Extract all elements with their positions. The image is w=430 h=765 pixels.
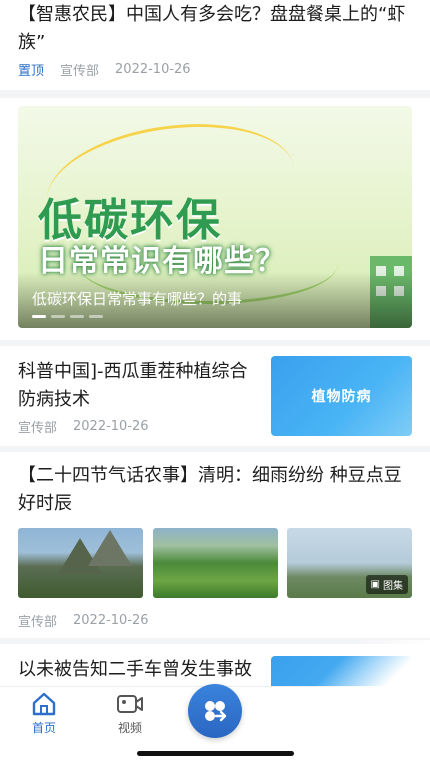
article-date: 2022-10-26 <box>73 419 149 434</box>
article-title[interactable]: 【二十四节气话农事】清明：细雨纷纷 种豆点豆好时辰 <box>18 462 412 518</box>
article-meta: 宣传部 2022-10-26 <box>18 417 149 436</box>
article-title[interactable]: 【智惠农民】中国人有多会吃？盘盘餐桌上的“虾族” <box>18 1 412 57</box>
banner-carousel[interactable]: 低碳环保 日常常识有哪些？ 低碳环保日常常事有哪些？的事 <box>18 106 412 328</box>
home-indicator[interactable] <box>137 751 294 756</box>
gallery-badge: ▣ 图集 <box>365 575 408 594</box>
gallery-image[interactable] <box>18 528 143 598</box>
article-source: 宣传部 <box>18 421 58 436</box>
article-source: 宣传部 <box>18 615 58 630</box>
tab-home[interactable]: 首页 <box>14 689 74 736</box>
pinned-badge: 置顶 <box>18 64 45 79</box>
article-title[interactable]: 科普中国]-西瓜重茬种植综合防病技术 <box>18 358 262 414</box>
decoration <box>230 640 430 765</box>
thumbnail-text: 植物防病 <box>311 389 372 405</box>
article-date: 2022-10-26 <box>73 613 149 628</box>
carousel-dot <box>32 315 46 318</box>
article-meta: 置顶 宣传部 2022-10-26 <box>18 60 191 79</box>
banner-caption[interactable]: 低碳环保日常常事有哪些？的事 <box>32 288 242 309</box>
divider <box>0 90 430 98</box>
carousel-dot <box>89 315 103 318</box>
gallery-image[interactable] <box>153 528 278 598</box>
apps-switch-icon <box>205 701 227 722</box>
tab-video[interactable]: 视频 <box>100 689 160 736</box>
article-card[interactable]: 【智惠农民】中国人有多会吃？盘盘餐桌上的“虾族” 置顶 宣传部 2022-10-… <box>0 0 430 90</box>
article-source: 宣传部 <box>60 64 100 79</box>
gallery-label: 图集 <box>383 581 403 592</box>
article-thumbnail[interactable]: 植物防病 <box>271 356 412 436</box>
video-icon <box>117 695 143 713</box>
tab-video-label: 视频 <box>117 721 142 735</box>
article-date: 2022-10-26 <box>115 62 191 77</box>
article-meta: 宣传部 2022-10-26 <box>18 611 149 630</box>
carousel-indicator <box>32 315 103 318</box>
gallery-image[interactable]: ▣ 图集 <box>287 528 412 598</box>
carousel-dot <box>51 315 65 318</box>
carousel-dot <box>70 315 84 318</box>
tab-home-label: 首页 <box>31 721 56 735</box>
gallery-icon: ▣ <box>370 579 380 590</box>
article-title[interactable]: 以未被告知二手车曾发生事故 <box>18 656 262 684</box>
home-icon <box>32 692 56 716</box>
